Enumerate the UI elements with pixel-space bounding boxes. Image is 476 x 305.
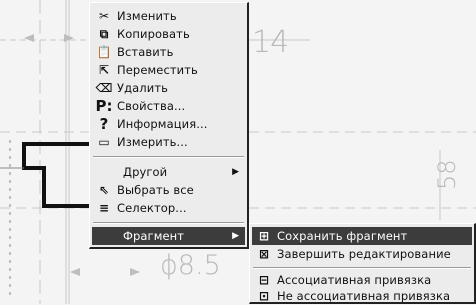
context-menu: ✂ Изменить ⧉ Копировать 📋 Вставить ⇱ Пер… — [89, 2, 249, 249]
dimension-label-diameter: ϕ8.5 — [160, 250, 221, 281]
menu-item-label: Переместить — [117, 63, 198, 77]
copy-icon: ⧉ — [99, 26, 109, 41]
associative-link-icon: ⊟ — [258, 273, 270, 287]
menu-item-label: Измерить... — [117, 135, 188, 149]
menu-item-label: Ассоциативная привязка — [277, 273, 432, 287]
menu-item-label: Вставить — [117, 45, 174, 59]
menu-item-paste[interactable]: 📋 Вставить — [92, 43, 245, 61]
selector-icon: ≡ — [98, 201, 110, 215]
edit-icon: ✂ — [98, 9, 110, 23]
menu-separator — [93, 156, 244, 158]
menu-item-label: Свойства... — [117, 99, 186, 113]
menu-item-measure[interactable]: ▭ Измерить... — [92, 133, 245, 151]
properties-icon: P: — [95, 97, 113, 115]
info-icon: ? — [99, 115, 109, 133]
non-associative-link-icon: ⊡ — [258, 289, 270, 303]
dimension-label-top: 14 — [252, 25, 289, 60]
menu-item-label: Другой — [123, 165, 168, 179]
paste-icon: 📋 — [96, 45, 112, 59]
submenu-item-finish-edit[interactable]: ⊠ Завершить редактирование — [252, 245, 472, 263]
menu-item-edit[interactable]: ✂ Изменить — [92, 7, 245, 25]
fragment-submenu: ⊞ Сохранить фрагмент ⊠ Завершить редакти… — [249, 223, 476, 304]
finish-edit-icon: ⊠ — [258, 247, 270, 261]
menu-item-selector[interactable]: ≡ Селектор... — [92, 199, 245, 217]
menu-item-fragment[interactable]: Фрагмент ▶ — [92, 227, 245, 245]
submenu-arrow-icon: ▶ — [232, 231, 239, 241]
submenu-arrow-icon: ▶ — [232, 167, 239, 177]
menu-item-select-all[interactable]: ⇖ Выбрать все — [92, 181, 245, 199]
menu-item-label: Сохранить фрагмент — [277, 229, 408, 243]
menu-item-label: Изменить — [117, 9, 177, 23]
dimension-label-right: 58 — [433, 159, 461, 190]
menu-item-move[interactable]: ⇱ Переместить — [92, 61, 245, 79]
save-fragment-icon: ⊞ — [258, 229, 270, 243]
measure-icon: ▭ — [98, 135, 110, 149]
move-icon: ⇱ — [98, 63, 110, 77]
menu-item-properties[interactable]: P: Свойства... — [92, 97, 245, 115]
menu-separator — [93, 222, 244, 224]
menu-item-label: Копировать — [117, 27, 190, 41]
submenu-item-non-associative-link[interactable]: ⊡ Не ассоциативная привязка — [252, 287, 472, 305]
menu-item-label: Информация... — [117, 117, 208, 131]
menu-item-label: Завершить редактирование — [277, 247, 451, 261]
submenu-item-save-fragment[interactable]: ⊞ Сохранить фрагмент — [252, 227, 472, 245]
menu-item-label: Не ассоциативная привязка — [277, 289, 451, 303]
menu-separator — [253, 267, 471, 269]
menu-item-copy[interactable]: ⧉ Копировать — [92, 25, 245, 43]
menu-item-label: Селектор... — [117, 201, 187, 215]
select-all-icon: ⇖ — [98, 183, 110, 197]
menu-item-other[interactable]: Другой ▶ — [92, 163, 245, 181]
menu-item-info[interactable]: ? Информация... — [92, 115, 245, 133]
menu-item-delete[interactable]: ⌫ Удалить — [92, 79, 245, 97]
menu-item-label: Выбрать все — [117, 183, 194, 197]
menu-item-label: Фрагмент — [123, 229, 185, 243]
delete-icon: ⌫ — [95, 81, 113, 95]
menu-item-label: Удалить — [117, 81, 169, 95]
